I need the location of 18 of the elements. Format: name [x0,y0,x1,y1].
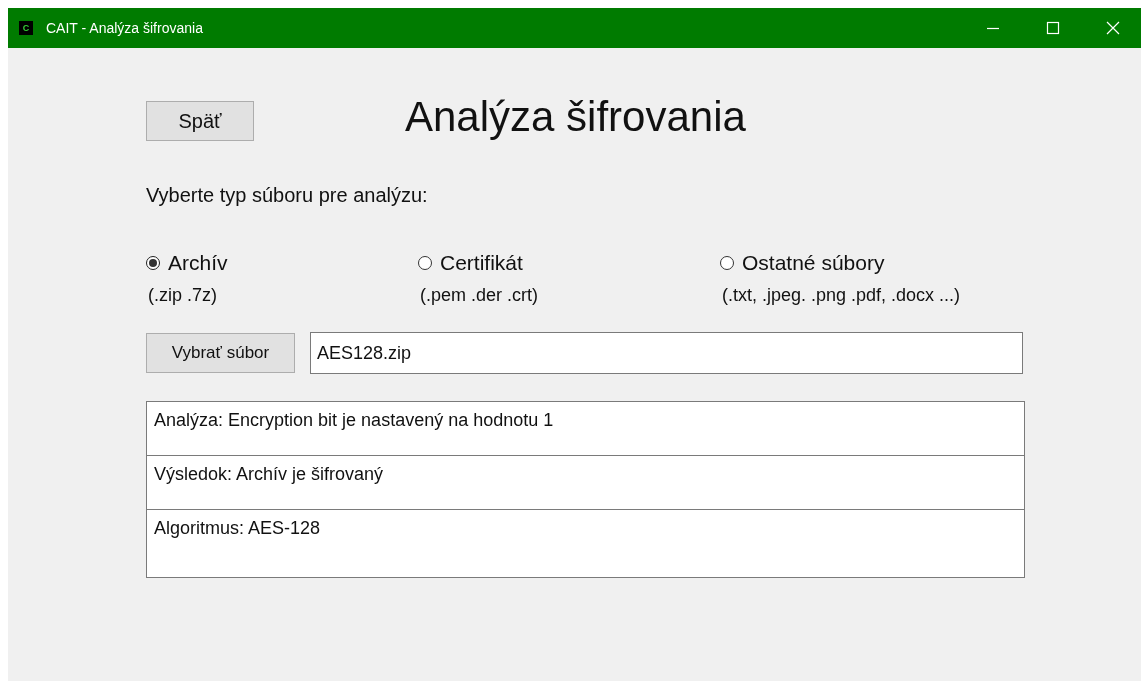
maximize-icon[interactable] [1045,20,1061,36]
extensions-label: (.zip .7z) [148,285,218,306]
file-path-field[interactable]: AES128.zip [310,332,1023,374]
prompt-label: Vyberte typ súboru pre analýzu: [146,184,429,207]
page-heading: Analýza šifrovania [405,92,746,142]
result-text: Algoritmus: AES-128 [154,518,321,538]
close-icon[interactable] [1105,20,1121,36]
file-type-radio[interactable]: Certifikát [418,251,523,275]
back-button[interactable]: Späť [146,101,254,141]
result-text: Výsledok: Archív je šifrovaný [154,464,384,484]
extensions-label: (.txt, .jpeg. .png .pdf, .docx ...) [722,285,961,306]
window-title: CAIT - Analýza šifrovania [46,20,203,36]
file-type-radio[interactable]: Ostatné súbory [720,251,885,275]
choose-file-button[interactable]: Vybrať súbor [146,333,295,373]
file-type-radio[interactable]: Archív [146,251,228,275]
result-text: Analýza: Encryption bit je nastavený na hodnotu 1 [154,410,554,430]
extensions-label: (.pem .der .crt) [420,285,540,306]
app-icon: C [19,21,33,35]
